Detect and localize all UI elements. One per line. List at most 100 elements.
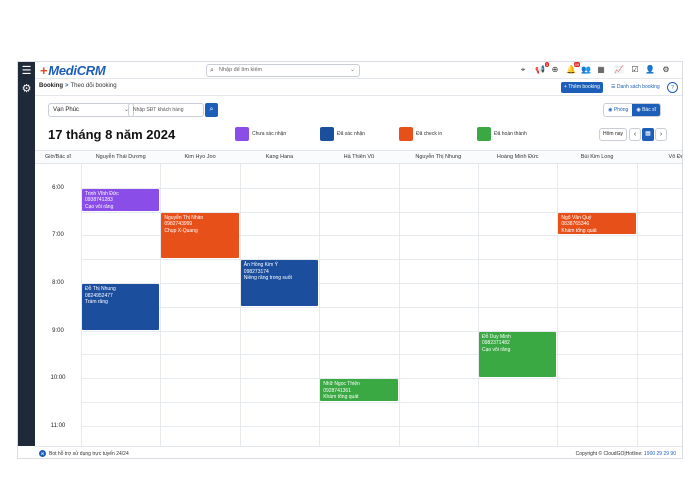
- breadcrumb-separator: >: [65, 83, 69, 89]
- breadcrumb-root[interactable]: Booking: [39, 83, 63, 89]
- branch-value: Vạn Phúc: [53, 107, 80, 113]
- prev-day-button[interactable]: ‹: [629, 128, 641, 141]
- checklist-icon[interactable]: ☑: [630, 65, 640, 75]
- date-title: 17 tháng 8 năm 2024: [48, 127, 176, 142]
- support-bot[interactable]: ✉ Bot hỗ trợ sử dụng trực tuyến 24/24: [39, 450, 129, 457]
- service-name: Khám tổng quát: [561, 227, 597, 234]
- legend-item: Chưa xác nhận: [235, 127, 286, 141]
- time-label: 11:00: [50, 422, 66, 429]
- doctor-column-header: Bùi Kim Long: [580, 154, 614, 160]
- phone-search-input[interactable]: Nhập SĐT khách hàng: [128, 103, 204, 117]
- doctor-column-header: Hà Thiên Vũ: [343, 154, 375, 160]
- location-icon[interactable]: ⌖: [518, 65, 528, 75]
- calendar-picker-button[interactable]: ▦: [642, 128, 654, 141]
- users-icon[interactable]: 👥: [581, 65, 591, 75]
- calendar-icon: ▦: [645, 131, 651, 137]
- doctor-column-header: Hoàng Minh Đức: [496, 154, 539, 160]
- time-label: 7:00: [52, 232, 64, 239]
- legend-item: Đã hoàn thành: [477, 127, 527, 141]
- doctor-column-header: Kim Hyo Joo: [184, 154, 216, 160]
- time-label: 10:00: [50, 375, 66, 382]
- booking-event[interactable]: Ân Hồng Kim Ý 098273174 Niềng răng trong s…: [240, 260, 319, 306]
- add-booking-button[interactable]: + Thêm booking: [561, 82, 603, 93]
- booking-event[interactable]: Đỗ Thị Nhung 0824952477 Trám răng: [82, 284, 160, 330]
- help-button[interactable]: ?: [667, 82, 678, 93]
- view-doctor-button[interactable]: ◉ Bác sĩ: [632, 104, 660, 116]
- legend-swatch: [320, 127, 334, 141]
- service-name: Trám răng: [85, 299, 108, 305]
- next-day-button[interactable]: ›: [655, 128, 667, 141]
- left-rail: ☰ ⚙: [18, 62, 35, 446]
- top-bar: +MediCRM ⌕ Nhập để tìm kiếm ⌄ ⌖ 📢 3 ⊕ 🔔 49 👥 ▦ 📈…: [35, 62, 682, 79]
- legend-label: Đã hoàn thành: [494, 131, 527, 137]
- megaphone-icon[interactable]: 📢 3: [535, 62, 549, 75]
- branch-select[interactable]: Vạn Phúc ⌄: [48, 103, 134, 117]
- logo[interactable]: +MediCRM: [40, 63, 106, 78]
- menu-icon[interactable]: ☰: [20, 65, 33, 78]
- time-label: 8:00: [52, 280, 64, 286]
- view-room-label: Phòng: [613, 107, 629, 113]
- user-icon[interactable]: 👤: [645, 65, 655, 75]
- time-slot-line: [81, 354, 682, 356]
- booking-list-button[interactable]: ☰ Danh sách booking: [608, 82, 663, 93]
- search-placeholder: Nhập để tìm kiếm: [219, 67, 263, 73]
- time-slot-line: [81, 187, 682, 189]
- booking-event[interactable]: Đỗ Duy Minh 0982371482 Cạo vôi răng: [479, 331, 557, 378]
- copyright: Copyright © CloudGO|Hotline: 1900 29 29 …: [576, 451, 676, 457]
- legend-swatch: [235, 127, 249, 141]
- time-slot-line: [81, 402, 682, 403]
- legend-swatch: [399, 127, 413, 141]
- doctor-column-header: Nguyễn Thị Nhung: [415, 154, 462, 160]
- time-label: 9:00: [52, 327, 64, 334]
- booking-event[interactable]: Nhữ Ngọc Thiện 0928741361 Khám tổng quát: [320, 379, 398, 401]
- chevron-down-icon: ⌄: [349, 67, 355, 73]
- time-slot-line: [81, 425, 682, 427]
- legend-swatch: [477, 127, 491, 141]
- add-circle-icon[interactable]: ⊕: [550, 65, 560, 75]
- chat-icon: ✉: [39, 450, 46, 457]
- view-toggle: ◉ Phòng ◉ Bác sĩ: [603, 103, 661, 117]
- time-label: 6:00: [52, 184, 64, 191]
- notification-badge: 49: [573, 62, 580, 67]
- view-room-button[interactable]: ◉ Phòng: [604, 104, 632, 116]
- column-divider: [557, 164, 559, 446]
- booking-event[interactable]: Nguyễn Thị Nhàn 0982743999 Chụp X-Quang: [161, 212, 239, 259]
- app-window: ☰ ⚙ +MediCRM ⌕ Nhập để tìm kiếm ⌄ ⌖ 📢 3 ⊕ 🔔 4…: [17, 61, 683, 459]
- global-search[interactable]: ⌕ Nhập để tìm kiếm ⌄: [206, 64, 360, 77]
- doctor-column-header: Nguyễn Thái Dương: [95, 154, 146, 160]
- service-name: Cạo vôi răng: [85, 203, 114, 210]
- bell-icon[interactable]: 🔔 49: [566, 62, 580, 75]
- column-divider: [160, 164, 162, 446]
- service-name: Niềng răng trong suốt: [243, 275, 292, 282]
- module-icon[interactable]: ⚙: [20, 83, 33, 96]
- column-divider: [398, 164, 400, 446]
- legend-label: Chưa xác nhận: [252, 131, 287, 137]
- phone-search-button[interactable]: ⌕: [205, 103, 218, 117]
- stats-icon[interactable]: 📈: [614, 65, 624, 75]
- booking-event[interactable]: Ngô Văn Quý 0838765346 Khám tổng quát: [558, 212, 636, 235]
- support-text: Bot hỗ trợ sử dụng trực tuyến 24/24: [49, 450, 129, 457]
- breadcrumb-bar: Booking > Theo dõi booking + Thêm booking …: [35, 79, 682, 96]
- column-divider: [636, 164, 638, 446]
- legend-item: Đã check in: [399, 127, 442, 141]
- time-doctor-corner: Giờ/Bác sĩ: [45, 154, 71, 160]
- doctor-column-header: Võ Đứ: [668, 154, 682, 160]
- time-slot-line: [81, 330, 682, 332]
- booking-calendar: Giờ/Bác sĩ Nguyễn Thái Dương Kim Hyo Joo Ka…: [35, 150, 682, 446]
- breadcrumb: Booking > Theo dõi booking: [39, 83, 117, 89]
- search-icon: ⌕: [210, 67, 214, 74]
- legend-item: Đã xác nhận: [320, 127, 365, 141]
- view-doctor-label: Bác sĩ: [642, 107, 656, 113]
- search-icon: ⌕: [209, 106, 214, 113]
- notification-badge: 3: [544, 62, 549, 67]
- breadcrumb-current: Theo dõi booking: [70, 83, 117, 89]
- hotline[interactable]: 1900 29 29 90: [644, 451, 676, 457]
- calendar-icon[interactable]: ▦: [596, 65, 606, 75]
- service-name: Khám tổng quát: [323, 394, 359, 401]
- today-button[interactable]: Hôm nay: [599, 128, 628, 141]
- legend-label: Đã check in: [416, 131, 443, 137]
- settings-icon[interactable]: ⚙: [661, 65, 671, 75]
- doctor-column-header: Kang Hana: [265, 154, 294, 160]
- footer: ✉ Bot hỗ trợ sử dụng trực tuyến 24/24 Co…: [35, 446, 682, 458]
- booking-event[interactable]: Trịnh Vĩnh Đức 0938741283 Cạo vôi răng: [82, 188, 160, 211]
